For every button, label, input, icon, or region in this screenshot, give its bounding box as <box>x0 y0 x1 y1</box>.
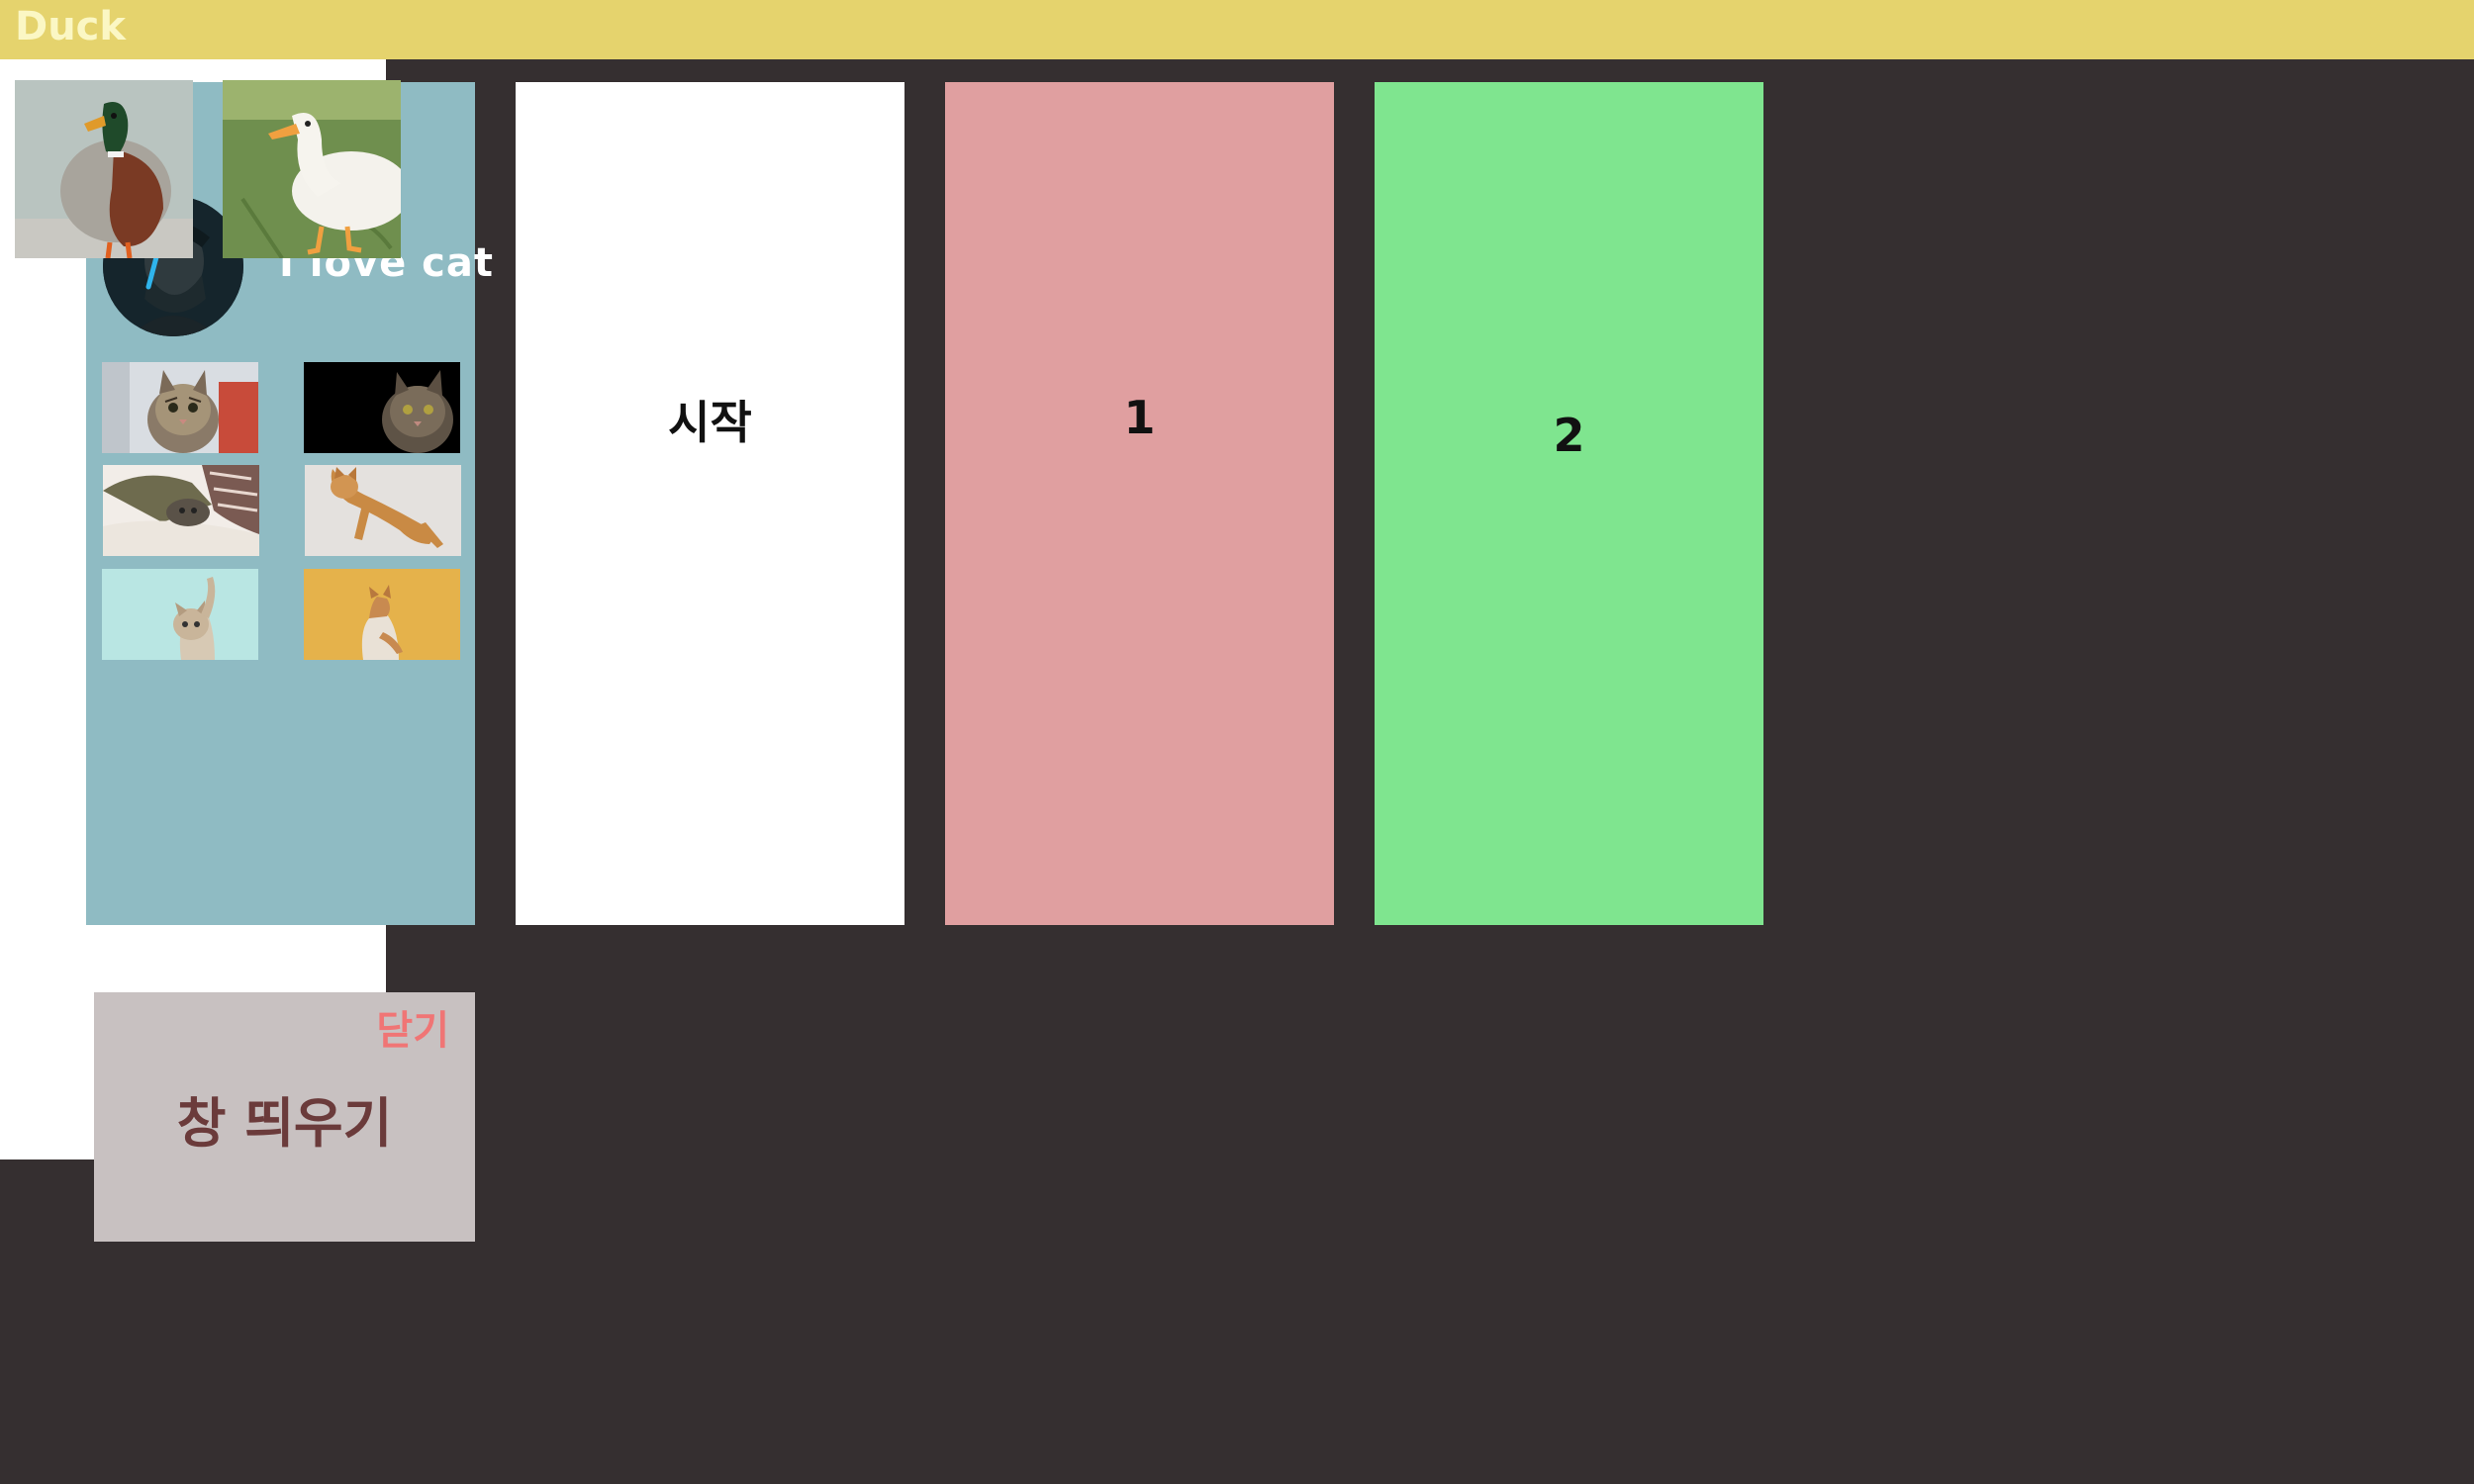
panel-one-label: 1 <box>1123 391 1156 444</box>
cat-photo-4[interactable] <box>305 465 461 556</box>
duck-title: Duck <box>15 4 126 49</box>
cat-photo-1[interactable] <box>102 362 258 453</box>
close-button[interactable]: 닫기 <box>376 998 449 1056</box>
start-panel[interactable]: 시작 <box>516 82 904 925</box>
cat-photo-2[interactable] <box>304 362 460 453</box>
open-window-button[interactable]: 창 띄우기 <box>94 1079 475 1158</box>
cat-photo-6[interactable] <box>304 569 460 660</box>
start-label: 시작 <box>668 396 752 449</box>
duck-photo-white[interactable] <box>223 80 401 258</box>
popup-card: 닫기 창 띄우기 <box>94 992 475 1242</box>
cat-photo-3[interactable] <box>103 465 259 556</box>
panel-two[interactable]: 2 <box>1375 82 1763 925</box>
duck-photo-mallard[interactable] <box>15 80 193 258</box>
duck-header: Duck <box>0 0 2474 59</box>
panel-one[interactable]: 1 <box>945 82 1334 925</box>
panel-two-label: 2 <box>1553 409 1585 462</box>
cat-photo-5[interactable] <box>102 569 258 660</box>
